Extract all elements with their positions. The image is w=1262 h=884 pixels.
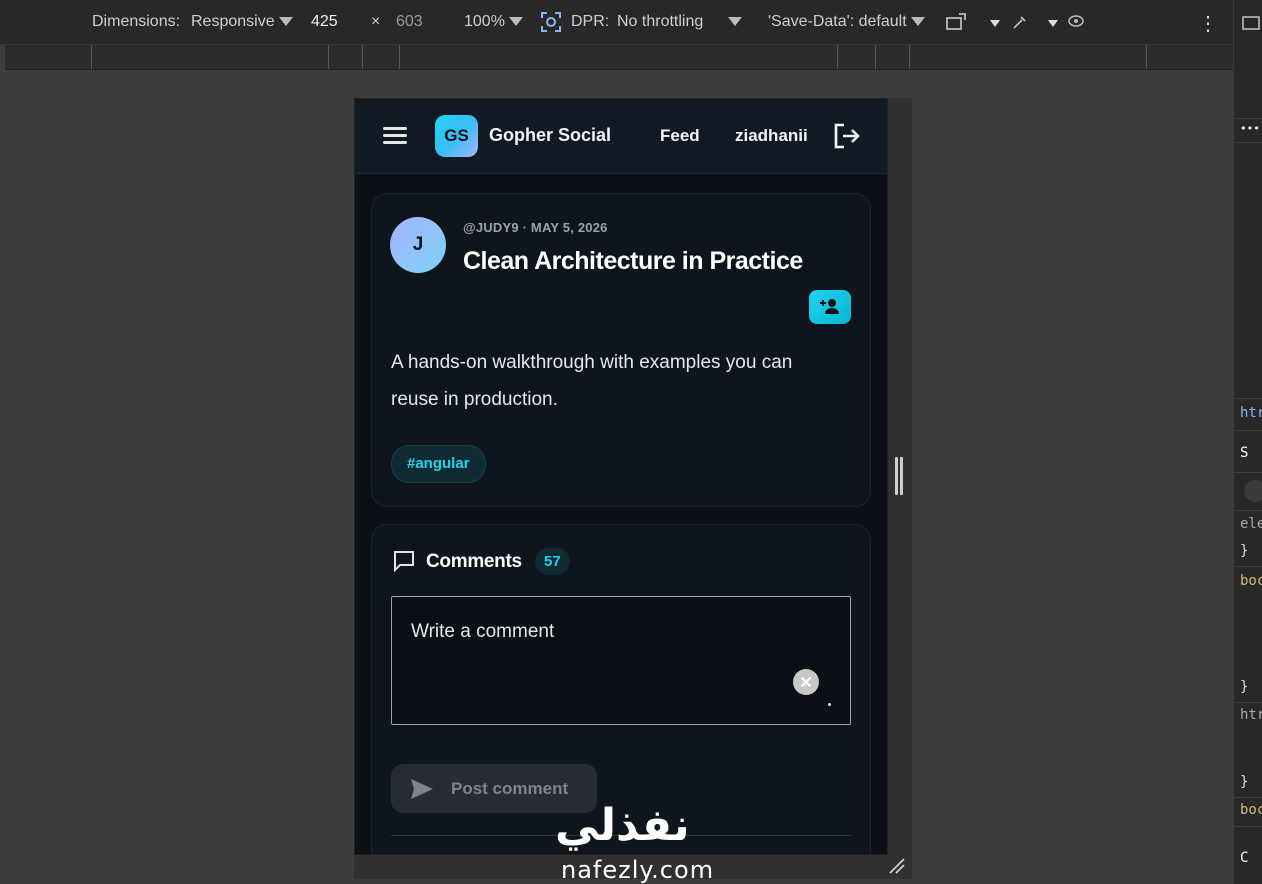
css-rule-body: boc [1240,802,1262,818]
logo[interactable]: GS [435,115,478,157]
post-meta: @JUDY9 · MAY 5, 2026 [463,220,608,235]
watermark-logo: نفذلي [555,800,690,851]
chevron-down-icon [911,17,926,27]
post-body: A hands-on walkthrough with examples you… [391,352,793,410]
styles-tab[interactable]: S [1240,445,1248,461]
comments-count-badge: 57 [535,548,570,575]
post-card: J @JUDY9 · MAY 5, 2026 Clean Architectur… [371,193,871,507]
eye-icon[interactable] [1067,14,1085,33]
author-avatar[interactable]: J [390,217,446,273]
devtools-side-panel: ••• htr S ele } boc } htr } boc C [1233,0,1262,884]
send-icon [411,779,433,799]
css-brace: } [1240,774,1249,790]
rotate-icon[interactable] [945,12,969,37]
textarea-resize-handle[interactable] [828,703,831,706]
logout-icon[interactable] [833,122,861,150]
width-input[interactable]: 425 [311,13,338,31]
eyedropper-icon[interactable] [1011,13,1029,36]
chevron-down-icon [727,17,742,27]
throttling-select[interactable]: No throttling [617,13,742,31]
chevron-down-icon [509,17,524,27]
clear-icon[interactable] [793,669,819,695]
css-rule-element: ele [1240,516,1262,532]
device-viewport: GS Gopher Social Feed ziadhanii J @JUDY9… [354,98,888,855]
comments-title: Comments [426,551,522,572]
post-title: Clean Architecture in Practice [463,247,803,275]
times-separator: × [371,13,381,30]
chevron-down-icon [279,17,294,27]
devtools-device-toolbar: Dimensions: Responsive 425 × 603 100% DP… [0,0,1233,45]
menu-icon[interactable] [383,126,407,146]
save-data-select[interactable]: 'Save-Data': default [768,13,926,31]
chevron-down-icon[interactable] [990,15,1000,33]
dimensions-mode-select[interactable]: Responsive [191,13,294,31]
breadcrumb-html[interactable]: htr [1240,405,1262,421]
filter-icon[interactable] [1244,480,1262,502]
follow-button[interactable] [809,290,851,324]
panel-more-icon[interactable]: ••• [1240,122,1260,135]
nav-feed-link[interactable]: Feed [660,126,700,146]
css-rule-body: boc [1240,573,1262,589]
chevron-down-icon[interactable] [1048,15,1058,33]
add-user-icon [820,299,839,314]
dpr-label: DPR: [571,13,610,30]
resize-handle-right[interactable] [895,457,903,495]
device-toggle-icon[interactable] [1242,14,1262,37]
brand-name[interactable]: Gopher Social [489,125,611,146]
console-tab[interactable]: C [1240,850,1248,866]
tag-chip[interactable]: #angular [391,445,486,483]
post-comment-label: Post comment [451,779,569,798]
comment-icon [392,549,416,573]
app-header: GS Gopher Social Feed ziadhanii [355,99,887,174]
css-brace: } [1240,679,1249,695]
zoom-select[interactable]: 100% [464,13,524,31]
comment-textarea[interactable]: Write a comment [391,596,851,725]
css-brace: } [1240,543,1249,559]
comment-placeholder: Write a comment [411,621,555,642]
dimensions-label: Dimensions: [92,13,181,30]
height-input[interactable]: 603 [396,13,423,31]
css-rule-html: htr [1240,707,1262,723]
nav-profile-link[interactable]: ziadhanii [735,126,808,146]
more-options-icon[interactable]: ⋮ [1198,11,1218,36]
capture-node-icon[interactable] [540,11,562,38]
media-query-ruler [5,45,1233,70]
resize-corner-icon[interactable] [886,855,908,877]
watermark-url: nafezly.com [561,856,715,884]
